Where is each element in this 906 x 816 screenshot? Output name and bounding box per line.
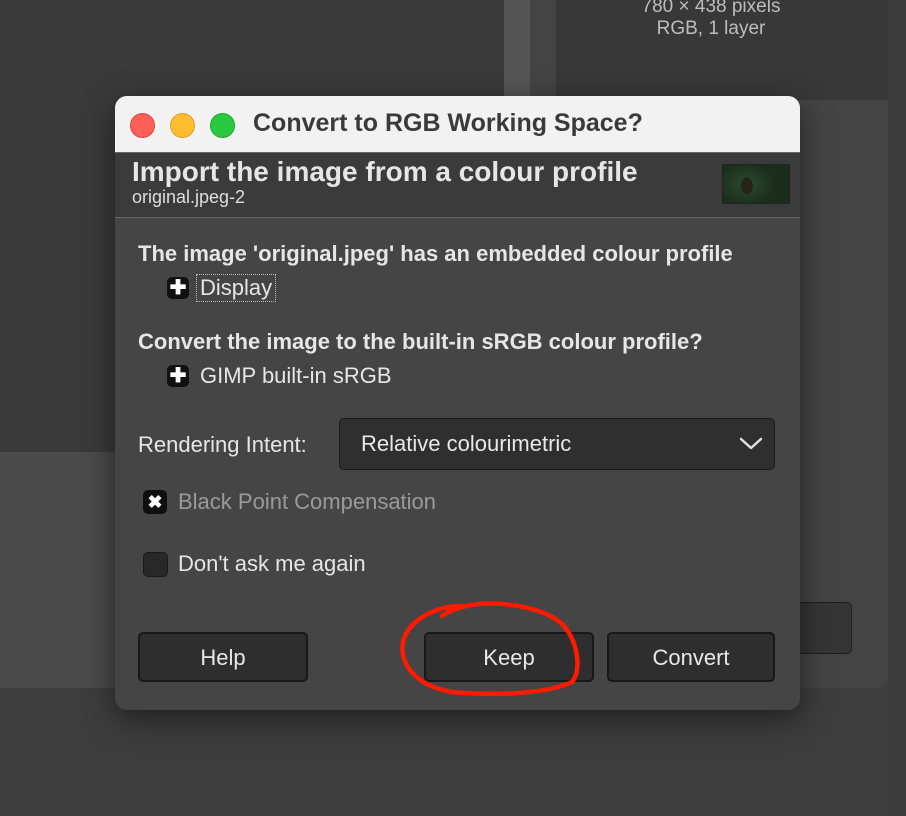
- image-info: 780 × 438 pixels RGB, 1 layer: [556, 0, 866, 40]
- convert-question-text: Convert the image to the built-in sRGB c…: [138, 329, 703, 354]
- panel-divider[interactable]: [504, 0, 530, 100]
- expand-plus-icon[interactable]: ✚: [167, 277, 189, 299]
- minimize-window-button[interactable]: [170, 113, 195, 138]
- expand-plus-icon[interactable]: ✚: [167, 365, 189, 387]
- annotation-circle: [400, 601, 580, 697]
- header-subtitle: original.jpeg-2: [132, 187, 246, 207]
- dialog-title: Convert to RGB Working Space?: [253, 109, 643, 137]
- zoom-window-button[interactable]: [210, 113, 235, 138]
- dont-ask-label: Don't ask me again: [178, 551, 366, 576]
- header-title: Import the image from a colour profile: [132, 156, 638, 187]
- builtin-profile-expander[interactable]: GIMP built-in sRGB: [200, 363, 392, 389]
- rendering-intent-select[interactable]: Relative colourimetric: [339, 418, 775, 470]
- dialog-titlebar: Convert to RGB Working Space?: [115, 96, 800, 152]
- background-window-side: [798, 100, 888, 688]
- close-window-button[interactable]: [130, 113, 155, 138]
- black-point-label: Black Point Compensation: [178, 489, 437, 514]
- help-button[interactable]: Help: [138, 632, 308, 682]
- convert-button[interactable]: Convert: [607, 632, 775, 682]
- rendering-intent-value: Relative colourimetric: [361, 431, 572, 456]
- embedded-profile-expander[interactable]: Display: [196, 274, 277, 302]
- black-point-checkbox[interactable]: ✖: [143, 490, 167, 514]
- image-thumbnail: [722, 164, 790, 204]
- dialog-header: Import the image from a colour profile o…: [115, 152, 800, 218]
- image-mode: RGB, 1 layer: [656, 18, 766, 39]
- image-dimensions: 780 × 438 pixels: [641, 0, 781, 17]
- embedded-profile-text: The image 'original.jpeg' has an embedde…: [138, 241, 733, 266]
- background-edge: [888, 0, 906, 816]
- rendering-intent-label: Rendering Intent:: [138, 432, 307, 457]
- chevron-down-icon: [739, 437, 763, 450]
- panel-divider: [530, 0, 556, 100]
- dont-ask-checkbox[interactable]: [143, 552, 168, 577]
